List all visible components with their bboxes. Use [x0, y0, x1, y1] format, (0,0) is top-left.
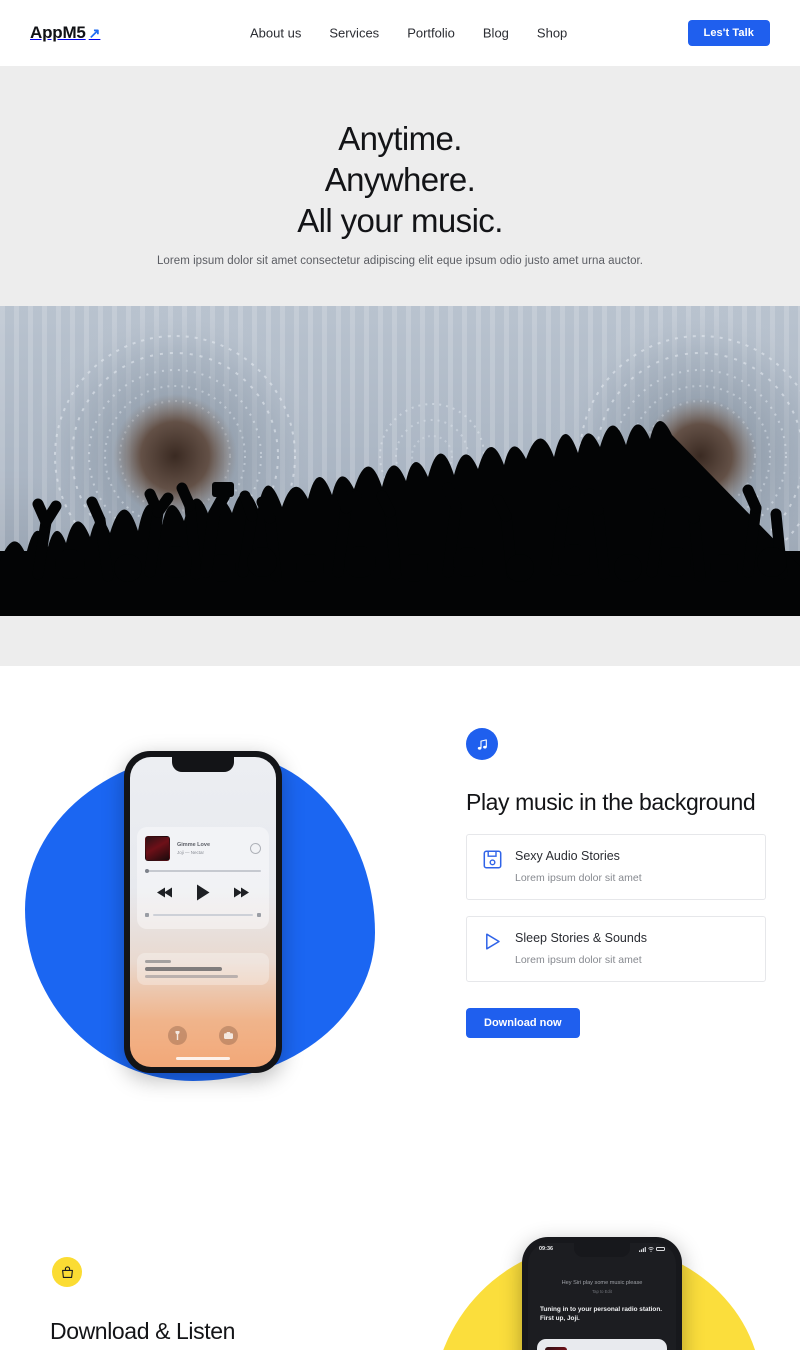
play-music-section: Gimme Love Joji — Nectar Play music in t… [0, 666, 800, 1206]
notification-app-name [145, 960, 171, 963]
phone-screen: 09:36 Hey Siri play some music please Ta… [528, 1243, 676, 1350]
siri-answer-text: Tuning in to your personal radio station… [540, 1306, 663, 1322]
siri-query: Hey Siri play some music please [561, 1280, 643, 1286]
grey-spacer-band [0, 616, 800, 666]
player-track-row: Gimme Love Joji — Nectar [145, 836, 261, 861]
feature-desc: Lorem ipsum dolor sit amet [515, 872, 642, 884]
nav-item-portfolio[interactable]: Portfolio [407, 26, 455, 41]
landing-page: AppM5 ↗ About us Services Portfolio Blog… [0, 0, 800, 1350]
feature-title: Sleep Stories & Sounds [515, 931, 648, 945]
volume-track [153, 914, 253, 916]
hero-title-line-2: Anywhere. [324, 161, 476, 198]
airplay-icon[interactable] [250, 843, 261, 854]
save-disk-icon [483, 850, 502, 869]
nav-item-services[interactable]: Services [329, 26, 379, 41]
track-artist: Joji — Nectar [177, 849, 205, 855]
concert-illustration [0, 306, 800, 616]
feature-card-text: Sexy Audio Stories Lorem ipsum dolor sit… [515, 849, 642, 884]
album-art-image [145, 836, 170, 861]
siri-query-text: Hey Siri play some music please Tap to E… [528, 1280, 676, 1294]
lock-screen-actions [130, 1026, 276, 1045]
player-controls [145, 884, 261, 901]
play-music-heading: Play music in the background [466, 789, 756, 815]
arrow-up-right-icon: ↗ [88, 25, 101, 41]
music-note-icon [477, 738, 487, 750]
phone-mockup-music-player: Gimme Love Joji — Nectar [124, 751, 282, 1073]
site-header: AppM5 ↗ About us Services Portfolio Blog… [0, 0, 800, 66]
volume-high-icon [257, 913, 261, 917]
feature-card-sleep-stories[interactable]: Sleep Stories & Sounds Lorem ipsum dolor… [466, 916, 766, 982]
status-time: 09:36 [539, 1246, 554, 1252]
concert-crowd-image [0, 306, 800, 616]
notification-card[interactable] [137, 953, 269, 985]
wifi-icon [648, 1246, 654, 1252]
status-bar: 09:36 [528, 1246, 676, 1252]
hero-subtitle: Lorem ipsum dolor sit amet consectetur a… [156, 255, 644, 267]
feature-card-text: Sleep Stories & Sounds Lorem ipsum dolor… [515, 931, 647, 966]
battery-icon [656, 1246, 665, 1252]
lets-talk-button[interactable]: Les't Talk [687, 20, 770, 46]
status-icons [639, 1246, 665, 1252]
logo-text: AppM5 [30, 23, 86, 42]
main-nav: About us Services Portfolio Blog Shop [250, 26, 567, 41]
next-track-icon[interactable] [233, 887, 250, 898]
phone-mockup-siri: 09:36 Hey Siri play some music please Ta… [522, 1237, 682, 1350]
flashlight-icon [175, 1031, 180, 1040]
logo[interactable]: AppM5 ↗ [30, 23, 100, 43]
siri-tap-hint[interactable]: Tap to Edit [540, 1289, 664, 1294]
hero-title-line-1: Anytime. [338, 120, 462, 157]
nav-item-about-us[interactable]: About us [250, 26, 301, 41]
track-title: Gimme Love [177, 842, 211, 849]
seek-bar[interactable] [145, 868, 261, 873]
hero-section: Anytime. Anywhere. All your music. Lorem… [0, 66, 800, 306]
play-triangle-icon [486, 933, 500, 950]
volume-low-icon [145, 913, 149, 917]
feature-card-audio-stories[interactable]: Sexy Audio Stories Lorem ipsum dolor sit… [466, 834, 766, 900]
music-player-widget: Gimme Love Joji — Nectar [137, 827, 269, 929]
flashlight-button[interactable] [168, 1026, 187, 1045]
bag-icon [61, 1265, 73, 1278]
phone-notch [172, 757, 234, 772]
previous-track-icon[interactable] [156, 887, 173, 898]
download-listen-heading: Download & Listen [50, 1318, 235, 1344]
notification-title [145, 967, 222, 971]
nav-item-blog[interactable]: Blog [483, 26, 509, 41]
camera-button[interactable] [219, 1026, 238, 1045]
feature-title: Sexy Audio Stories [515, 849, 620, 863]
phone-screen: Gimme Love Joji — Nectar [130, 757, 276, 1067]
play-button-icon[interactable] [196, 884, 210, 901]
volume-slider[interactable] [145, 913, 261, 917]
download-now-button[interactable]: Download now [466, 1008, 580, 1038]
hero-title: Anytime. Anywhere. All your music. [0, 118, 800, 241]
notification-desc [145, 975, 238, 978]
music-note-badge [466, 728, 498, 760]
nav-item-shop[interactable]: Shop [537, 26, 567, 41]
play-music-content: Play music in the background Sexy Audio … [466, 728, 766, 1038]
camera-icon [224, 1032, 233, 1039]
siri-now-playing-card[interactable] [537, 1339, 667, 1350]
track-meta: Gimme Love Joji — Nectar [177, 842, 243, 855]
download-listen-section: Download & Listen 09:36 Hey Siri play so… [0, 1206, 800, 1350]
feature-desc: Lorem ipsum dolor sit amet [515, 954, 642, 966]
bag-badge [52, 1257, 82, 1287]
hero-title-line-3: All your music. [297, 202, 503, 239]
home-indicator [176, 1057, 230, 1060]
signal-icon [639, 1246, 646, 1252]
